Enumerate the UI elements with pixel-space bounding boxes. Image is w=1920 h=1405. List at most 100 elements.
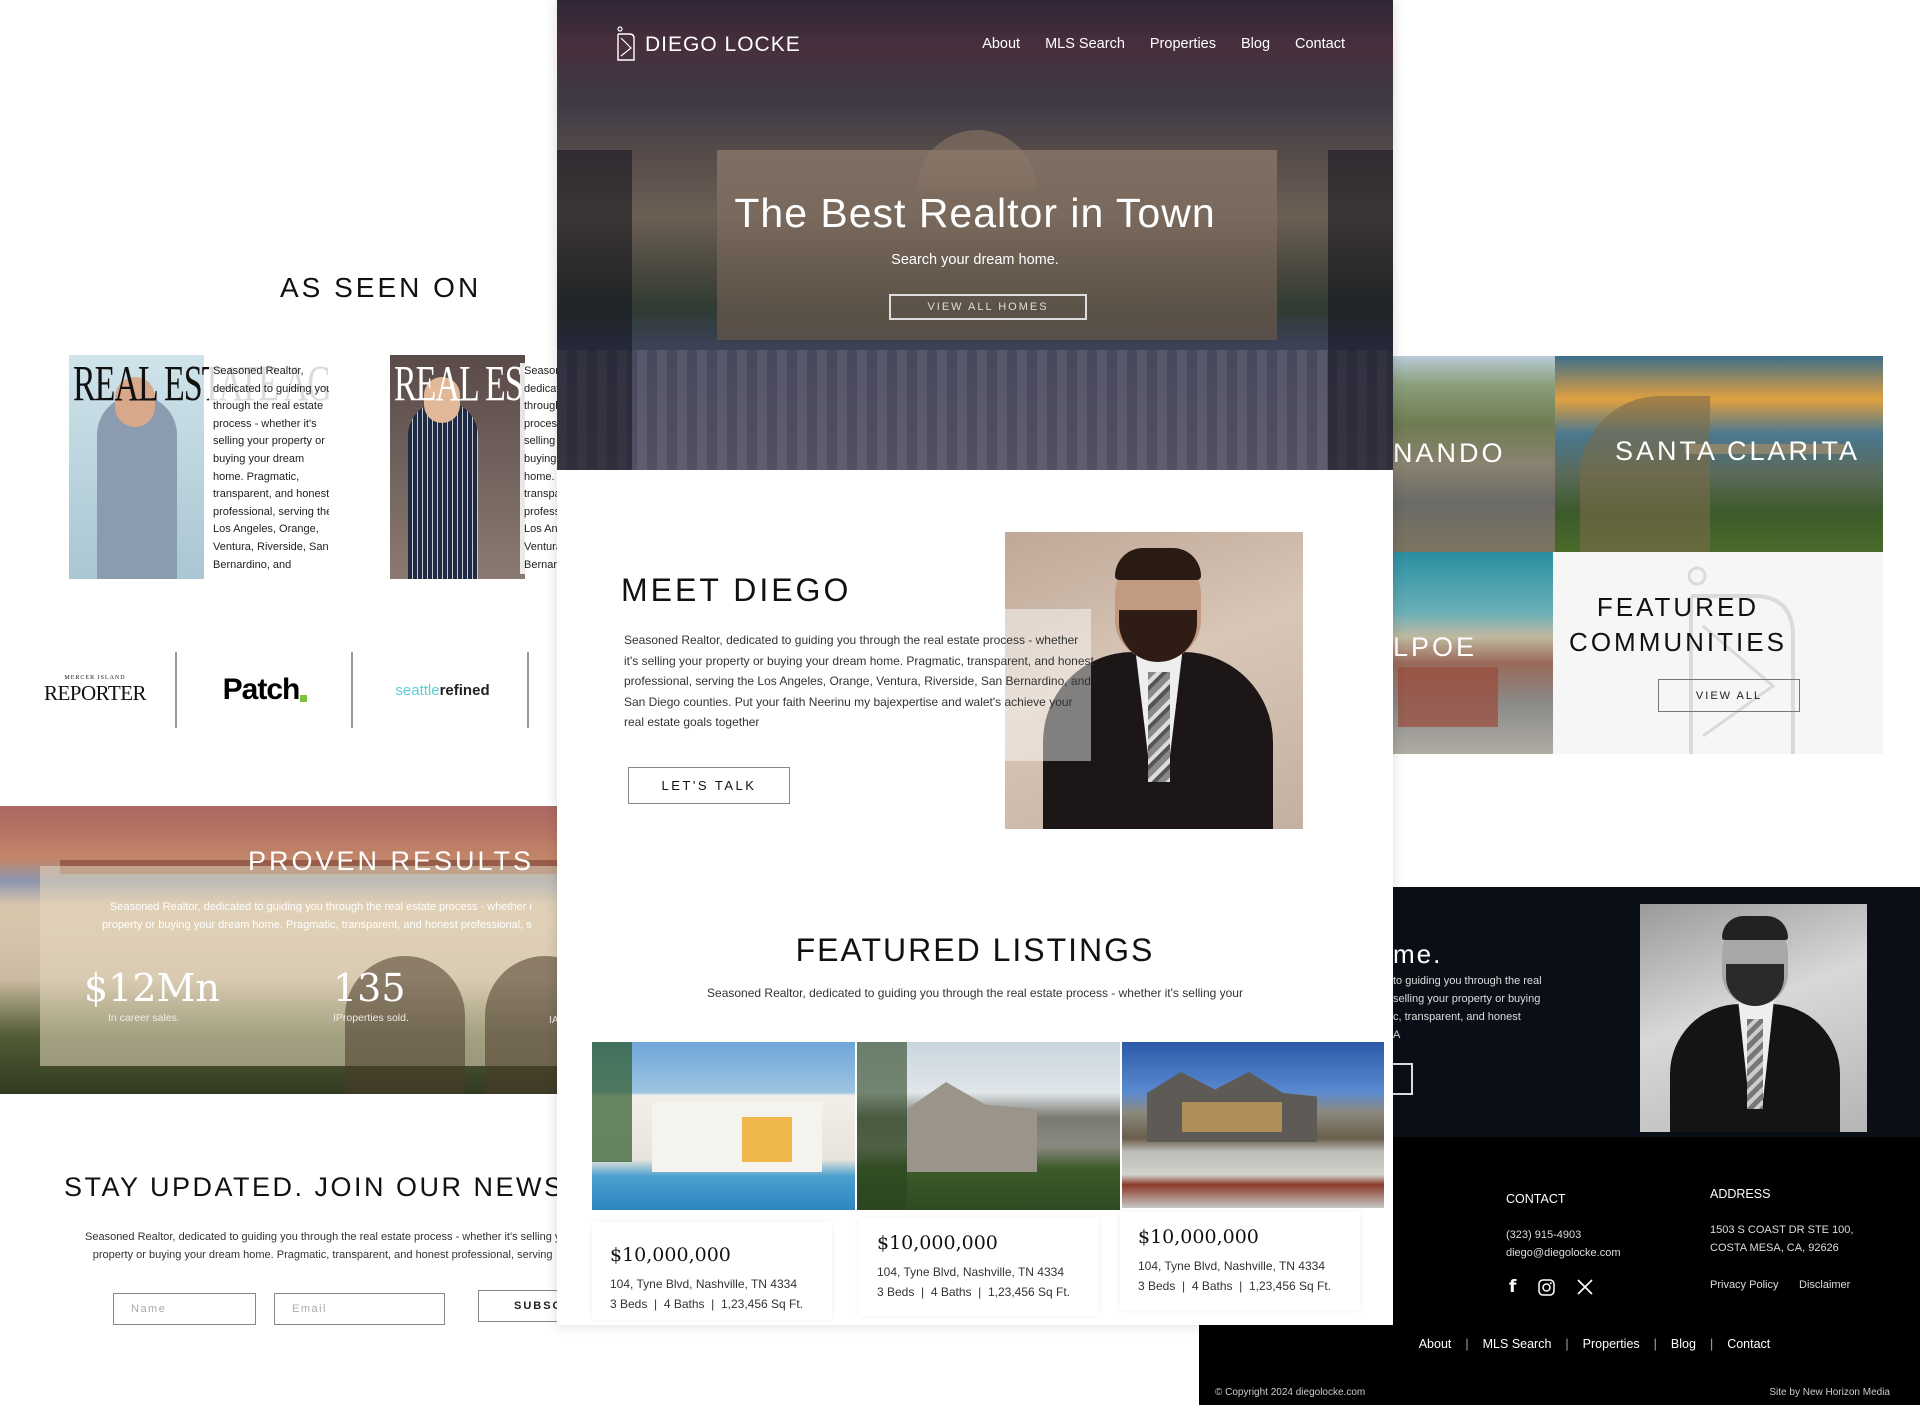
patch-logo-text: Patch <box>222 673 301 706</box>
hero-subtitle: Search your dream home. <box>891 252 1059 268</box>
magazine-feature[interactable]: REAL ESTATE AGENT Seasoned Realtor, dedi… <box>69 355 329 579</box>
nav-properties[interactable]: Properties <box>1150 36 1216 52</box>
listing-photo[interactable] <box>857 1042 1120 1210</box>
featured-listings-text: Seasoned Realtor, dedicated to guiding y… <box>707 986 1243 1000</box>
listing-price: $10,000,000 <box>1138 1226 1259 1248</box>
community-tile-san-fernando[interactable]: NANDO <box>1393 356 1555 552</box>
listing-price: $10,000,000 <box>877 1232 998 1254</box>
stat-label: IA <box>549 1014 557 1026</box>
community-label: LPOE <box>1393 632 1478 662</box>
subscribe-button[interactable]: SUBSCRIBE <box>478 1290 557 1322</box>
newsletter-text: Seasoned Realtor, dedicated to guiding y… <box>85 1228 557 1264</box>
about-dark-button[interactable] <box>1393 1063 1413 1095</box>
listing-address: 104, Tyne Blvd, Nashville, TN 4334 <box>1138 1259 1325 1273</box>
site-logo[interactable]: DIEGO LOCKE <box>615 26 801 64</box>
x-twitter-icon[interactable] <box>1577 1279 1593 1295</box>
listing-address: 104, Tyne Blvd, Nashville, TN 4334 <box>610 1277 797 1291</box>
footer-nav-properties[interactable]: Properties <box>1583 1337 1640 1351</box>
footer-nav-about[interactable]: About <box>1419 1337 1452 1351</box>
magazine-feature-text: Seasoned Realtor, dedicated to guiding y… <box>520 363 557 575</box>
featured-communities-title-line: FEATURED <box>1596 592 1760 622</box>
footer-copyright: © Copyright 2024 diegolocke.com <box>1215 1387 1366 1398</box>
seattle-refined-logo-part2: refined <box>439 681 490 699</box>
proven-results-section: PROVEN RESULTS Seasoned Realtor, dedicat… <box>0 806 557 1094</box>
divider <box>527 652 529 728</box>
portrait-tie <box>1148 672 1170 782</box>
stat-value: $12Mn <box>84 966 220 1010</box>
footer-address-line: COSTA MESA, CA, 92626 <box>1710 1242 1839 1254</box>
lets-talk-button[interactable]: LET'S TALK <box>628 767 790 804</box>
stat-career-sales: $12Mn In career sales. <box>84 966 220 1024</box>
mercer-island-reporter-logo[interactable]: MERCER ISLAND REPORTER <box>40 650 150 730</box>
community-tile-santa-clarita[interactable]: SANTA CLARITA <box>1555 356 1883 552</box>
listing-price: $10,000,000 <box>610 1244 731 1266</box>
nav-about[interactable]: About <box>982 36 1020 52</box>
disclaimer-link[interactable]: Disclaimer <box>1799 1279 1850 1291</box>
facebook-icon[interactable]: f <box>1509 1277 1516 1297</box>
footer-contact-title: CONTACT <box>1506 1192 1566 1206</box>
newsletter-text-line: Seasoned Realtor, dedicated to guiding y… <box>85 1231 557 1243</box>
nav-contact[interactable]: Contact <box>1295 36 1345 52</box>
newsletter-title: STAY UPDATED. JOIN OUR NEWSLETTER <box>64 1172 557 1202</box>
instagram-icon[interactable] <box>1538 1278 1556 1296</box>
dl-monogram-icon <box>617 26 635 61</box>
about-dark-text: to guiding you through the real selling … <box>1393 972 1542 1044</box>
stat-label: In career sales. <box>108 1012 180 1024</box>
reporter-logo-text: REPORTER <box>43 680 147 705</box>
featured-communities-title-line: COMMUNITIES <box>1569 627 1787 657</box>
separator: | <box>1465 1337 1469 1351</box>
footer-nav-blog[interactable]: Blog <box>1671 1337 1696 1351</box>
stat-value: 135 <box>333 966 406 1010</box>
privacy-policy-link[interactable]: Privacy Policy <box>1710 1279 1778 1291</box>
footer-social-links: f <box>1509 1277 1593 1297</box>
seattle-refined-logo[interactable]: seattle refined <box>375 650 510 730</box>
footer-address-line: 1503 S COAST DR STE 100, <box>1710 1224 1854 1236</box>
patch-logo[interactable]: Patch <box>200 650 330 730</box>
separator: | <box>1709 1337 1714 1351</box>
footer-site-credit[interactable]: Site by New Horizon Media <box>1769 1387 1890 1398</box>
meet-diego-text: Seasoned Realtor, dedicated to guiding y… <box>624 633 1094 729</box>
footer-nav-mls-search[interactable]: MLS Search <box>1483 1337 1552 1351</box>
footer-email[interactable]: diego@diegolocke.com <box>1506 1247 1621 1259</box>
listing-photo[interactable] <box>592 1042 855 1210</box>
newsletter-name-input[interactable]: Name <box>113 1293 256 1325</box>
patch-logo-mark <box>300 694 308 702</box>
footer-nav-contact[interactable]: Contact <box>1727 1337 1770 1351</box>
view-all-homes-button[interactable]: VIEW ALL HOMES <box>889 294 1087 320</box>
footer-address-title: ADDRESS <box>1710 1187 1771 1201</box>
left-page-panel: AS SEEN ON REAL ESTATE AGENT Seasoned Re… <box>0 0 557 1405</box>
listing-card[interactable]: $10,000,000 104, Tyne Blvd, Nashville, T… <box>859 1218 1099 1316</box>
community-label: NANDO <box>1393 438 1506 468</box>
listing-address: 104, Tyne Blvd, Nashville, TN 4334 <box>877 1265 1064 1279</box>
about-dark-text-line: c, transparent, and honest <box>1393 1011 1521 1023</box>
listing-photo[interactable] <box>1122 1042 1384 1208</box>
listing-card[interactable]: $10,000,000 104, Tyne Blvd, Nashville, T… <box>1120 1212 1360 1310</box>
divider <box>175 652 177 728</box>
nav-blog[interactable]: Blog <box>1241 36 1270 52</box>
community-tile-walpole[interactable]: LPOE <box>1393 552 1553 754</box>
seattle-refined-logo-part1: seattle <box>395 681 440 699</box>
newsletter-text-line: property or buying your dream home. Prag… <box>92 1249 553 1261</box>
listing-card[interactable]: $10,000,000 104, Tyne Blvd, Nashville, T… <box>592 1222 832 1320</box>
listing-meta: 3 Beds | 4 Baths | 1,23,456 Sq Ft. <box>877 1285 1071 1299</box>
about-dark-text-line: selling your property or buying <box>1393 993 1541 1005</box>
footer-nav: About | MLS Search | Properties | Blog | Con… <box>1199 1337 1920 1351</box>
separator: | <box>1565 1337 1569 1351</box>
about-dark-section: me. to guiding you through the real sell… <box>1393 887 1920 1137</box>
about-dark-title: me. <box>1393 939 1443 969</box>
stat-label: IProperties sold. <box>333 1012 409 1024</box>
newsletter-email-input[interactable]: Email <box>274 1293 445 1325</box>
hero-title: The Best Realtor in Town <box>734 190 1216 236</box>
as-seen-on-title: AS SEEN ON <box>280 272 482 303</box>
view-all-communities-button[interactable]: VIEW ALL <box>1658 679 1800 712</box>
about-dark-text-line: to guiding you through the real <box>1393 975 1542 987</box>
nav-mls-search[interactable]: MLS Search <box>1045 36 1125 52</box>
featured-communities-title: FEATURED COMMUNITIES <box>1553 590 1803 660</box>
hero-section: DIEGO LOCKE About MLS Search Properties … <box>557 0 1393 470</box>
portrait-hair <box>1115 548 1201 580</box>
magazine-feature[interactable]: REAL ESTATE AGENT Seasoned Realtor, dedi… <box>390 355 557 579</box>
proven-results-text: Seasoned Realtor, dedicated to guiding y… <box>102 898 557 934</box>
footer-phone[interactable]: (323) 915-4903 <box>1506 1229 1581 1241</box>
proven-results-text-line: property or buying your dream home. Prag… <box>102 919 532 931</box>
about-dark-text-line: A <box>1393 1029 1401 1041</box>
